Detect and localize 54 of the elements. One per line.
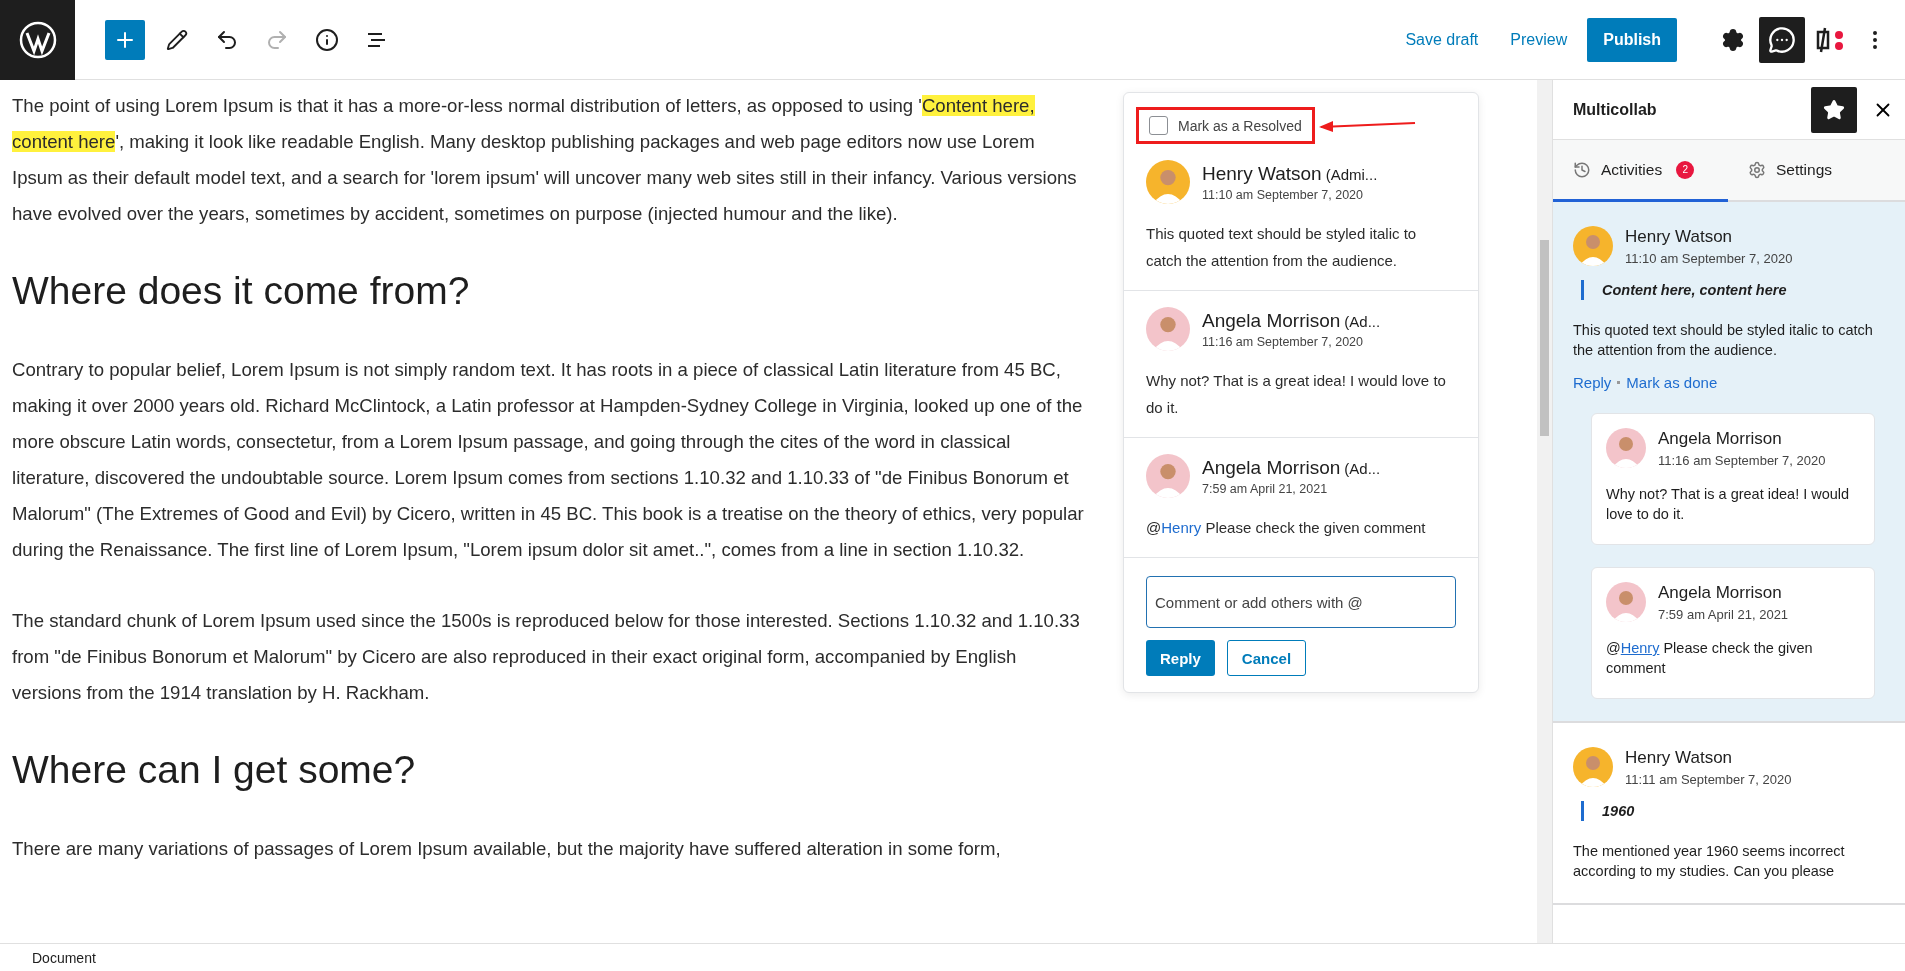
comment-bubble-icon[interactable] xyxy=(1759,16,1805,63)
author-name: Henry Watson xyxy=(1625,226,1734,247)
preview-button[interactable]: Preview xyxy=(1498,22,1580,57)
checkbox[interactable] xyxy=(1149,116,1168,135)
resolve-checkbox[interactable]: Mark as a Resolved xyxy=(1136,107,1315,144)
comment-time: 11:10 am September 7, 2020 xyxy=(1625,250,1793,266)
comment-text: The mentioned year 1960 seems incorrect according to my studies. Can you please xyxy=(1573,842,1846,881)
comment-text: @Henry Please check the given comment xyxy=(1606,639,1814,678)
author-name: Henry Watson xyxy=(1625,747,1734,768)
quoted-text: Content here, content here xyxy=(1581,280,1885,300)
settings-icon xyxy=(1748,160,1766,179)
action-link[interactable]: Reply xyxy=(1573,374,1612,391)
author-name: Angela Morrison xyxy=(1658,582,1783,603)
breadcrumb[interactable]: Document xyxy=(32,949,96,966)
cancel-button[interactable]: Cancel xyxy=(1226,640,1307,676)
action-link[interactable]: Mark as done xyxy=(1626,374,1718,391)
heading: Where does it come from? xyxy=(12,268,471,314)
comment-input[interactable]: Comment or add others with @ xyxy=(1146,576,1456,628)
paragraph: The standard chunk of Lorem Ipsum used since the 1500s is reproduced below for those interested. Sections 1.10.32 and 1.10.33 from "de Finibus Bonorum et Malorum" by Cicero are also reproduced in their exact original form, accompanied by English versions from the 1914 translation by H. Rackham. xyxy=(12,609,1081,705)
comment-time: 7:59 am April 21, 2021 xyxy=(1658,606,1789,622)
paragraph: There are many variations of passages of Lorem Ipsum available, but the majority have suffered alteration in some form, xyxy=(12,837,1002,861)
comment-time: 11:16 am September 7, 2020 xyxy=(1202,334,1364,349)
add-block-button[interactable] xyxy=(105,19,145,60)
comment-text: Why not? That is a great idea! I would love to do it. xyxy=(1146,371,1447,418)
paragraph: Contrary to popular belief, Lorem Ipsum is not simply random text. It has roots in a piece of classical Latin literature from 45 BC, making it over 2000 years old. Richard McClintock, a Latin professor at Hampden-Sydney College in Virginia, looked up one of the more obscure Latin words, consectetur, from a Lorem Ipsum passage, and going through the cites of the word in classical literature, discovered the undoubtable source. Lorem Ipsum comes from sections 1.10.32 and 1.10.33 of "de Finibus Bonorum et Malorum" (The Extremes of Good and Evil) by Cicero, written in 45 BC. This book is a treatise on the theory of ethics, very popular during the Renaissance. The first line of Lorem Ipsum, "Lorem ipsum dolor sit amet..", comes from a line in section 1.10.32. xyxy=(12,358,1085,562)
history-icon xyxy=(1573,160,1591,179)
reply-button[interactable]: Reply xyxy=(1146,640,1215,676)
comment-time: 7:59 am April 21, 2021 xyxy=(1202,481,1329,496)
comment-time: 11:11 am September 7, 2020 xyxy=(1625,771,1792,787)
author-name: Angela Morrison (Ad... xyxy=(1202,456,1381,479)
resolve-label: Mark as a Resolved xyxy=(1178,117,1302,134)
comment-time: 11:16 am September 7, 2020 xyxy=(1658,452,1826,468)
quoted-text: 1960 xyxy=(1581,801,1885,821)
save-draft-button[interactable]: Save draft xyxy=(1393,22,1491,57)
comment-text: This quoted text should be styled italic to catch the attention from the audience. xyxy=(1146,224,1418,271)
author-name: Angela Morrison (Ad... xyxy=(1202,309,1381,332)
publish-button[interactable]: Publish xyxy=(1587,17,1677,62)
author-name: Henry Watson (Admi... xyxy=(1202,162,1378,185)
mention-link[interactable]: Henry xyxy=(1161,519,1202,536)
paragraph: The point of using Lorem Ipsum is that it has a more-or-less normal distribution of letters, as opposed to using 'Content here, content here', making it look like readable English. Many desktop publishing packages and web page editors now use Lorem Ipsum as their default model text, and a search for 'lorem ipsum' will uncover many web sites still in their infancy. Various versions have evolved over the years, sometimes by accident, sometimes on purpose (injected humour and the like). xyxy=(12,94,1078,226)
comment-text: This quoted text should be styled italic to catch the attention from the audience. xyxy=(1573,321,1874,360)
panel-tab[interactable]: Settings xyxy=(1728,140,1903,202)
scrollbar[interactable] xyxy=(1537,80,1552,943)
activity-thread[interactable] xyxy=(1553,202,1905,723)
panel-title: Multicollab xyxy=(1573,100,1658,119)
comment-text: Why not? That is a great idea! I would love to do it. xyxy=(1606,485,1851,524)
mention-link[interactable]: Henry xyxy=(1620,640,1660,656)
comment-time: 11:10 am September 7, 2020 xyxy=(1202,187,1364,202)
wordpress-logo[interactable] xyxy=(0,0,75,80)
wordpress-icon xyxy=(17,19,58,60)
comment-text: @Henry Please check the given comment xyxy=(1146,518,1427,538)
author-name: Angela Morrison xyxy=(1658,428,1783,449)
count-badge: 2 xyxy=(1676,160,1695,179)
heading: Where can I get some? xyxy=(12,747,417,793)
